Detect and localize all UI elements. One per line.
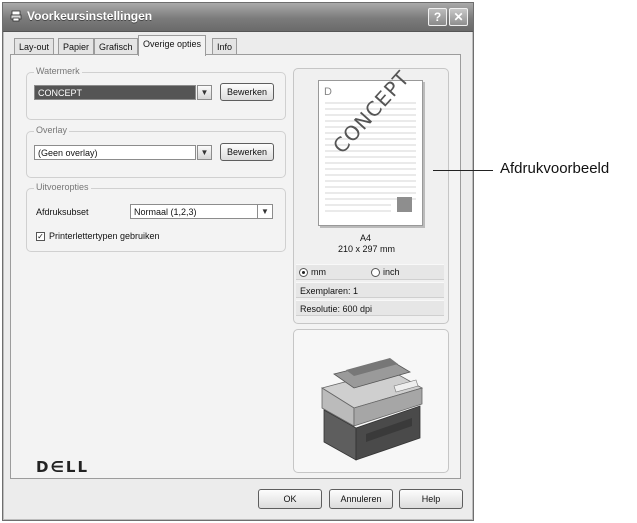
chevron-down-icon[interactable]: ▼ — [197, 85, 212, 100]
printer-image-panel — [293, 329, 449, 473]
tab-other-options[interactable]: Overige opties — [138, 35, 207, 56]
tab-graphics[interactable]: Grafisch — [94, 38, 138, 55]
title-bar[interactable]: Voorkeursinstellingen ? ✕ — [3, 3, 473, 32]
chevron-down-icon[interactable]: ▼ — [258, 204, 273, 219]
printer-fonts-checkbox[interactable]: ✓ — [36, 232, 45, 241]
overlay-select[interactable]: (Geen overlay) — [34, 145, 196, 160]
watermark-select[interactable]: CONCEPT — [34, 85, 196, 100]
overlay-edit-button[interactable]: Bewerken — [220, 143, 274, 161]
printer-fonts-label: Printerlettertypen gebruiken — [49, 231, 160, 241]
watermark-edit-button[interactable]: Bewerken — [220, 83, 274, 101]
tab-paper[interactable]: Papier — [58, 38, 95, 55]
copies-row: Exemplaren: 1 — [296, 282, 444, 298]
resolution-row: Resolutie: 600 dpi — [296, 300, 444, 316]
preview-page-letter: D — [324, 86, 332, 98]
dell-logo: D∈LL — [36, 458, 90, 476]
callout-line — [433, 170, 493, 171]
unit-mm-label: mm — [311, 267, 326, 277]
printer-device-image — [321, 358, 424, 461]
chevron-down-icon[interactable]: ▼ — [197, 145, 212, 160]
unit-inch-radio[interactable] — [371, 268, 380, 277]
tab-info[interactable]: Info — [212, 38, 238, 55]
paper-size: 210 x 297 mm — [338, 244, 396, 254]
tab-layout[interactable]: Lay-out — [14, 38, 55, 55]
unit-mm-radio[interactable] — [299, 268, 308, 277]
subset-select[interactable]: Normaal (1,2,3) — [130, 204, 258, 219]
ok-button[interactable]: OK — [258, 489, 322, 509]
help-button[interactable]: Help — [399, 489, 463, 509]
subset-label: Afdruksubset — [36, 207, 89, 217]
unit-inch-label: inch — [383, 267, 400, 277]
callout-label: Afdrukvoorbeeld — [500, 160, 610, 177]
watermark-group-label: Watermerk — [34, 66, 82, 76]
paper-name: A4 — [360, 233, 372, 243]
overlay-group-label: Overlay — [34, 125, 70, 135]
cancel-button[interactable]: Annuleren — [329, 489, 393, 509]
close-button[interactable]: ✕ — [449, 8, 468, 26]
window-title: Voorkeursinstellingen — [27, 9, 153, 23]
help-title-button[interactable]: ? — [428, 8, 447, 26]
output-options-group — [26, 188, 286, 252]
output-options-group-label: Uitvoeropties — [34, 182, 91, 192]
printer-icon — [10, 10, 22, 22]
